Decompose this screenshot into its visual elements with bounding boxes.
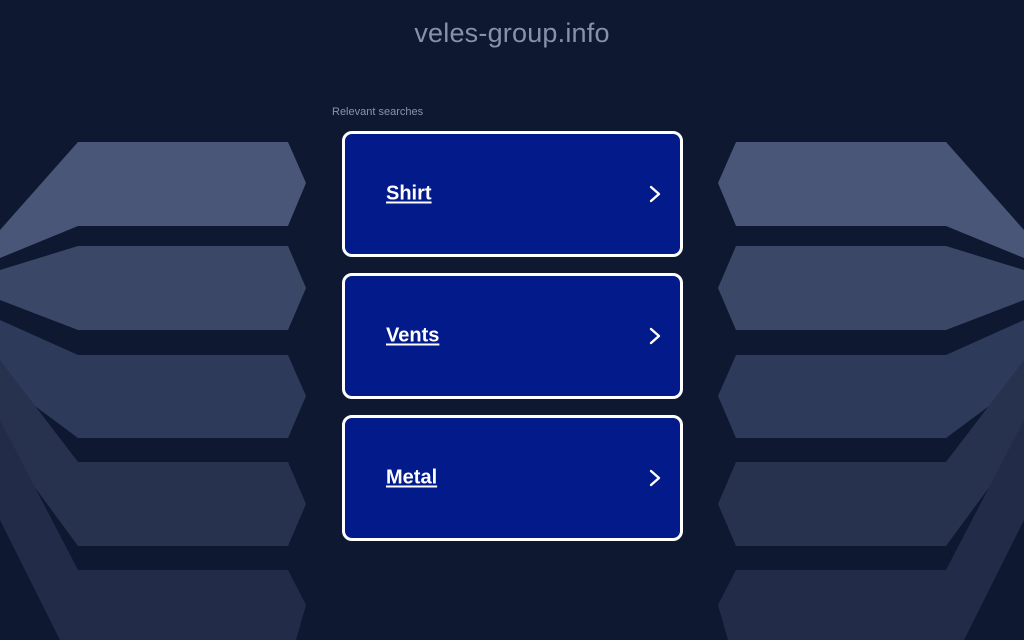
result-card-metal[interactable]: Metal [342,415,683,541]
chevron-right-icon [649,327,661,345]
right-decoration-bands [718,142,1024,640]
result-link-vents[interactable]: Vents [386,325,439,348]
left-decoration-bands [0,142,306,640]
domain-title: veles-group.info [414,18,610,48]
search-results-list: Shirt Vents Metal [342,131,683,557]
result-card-vents[interactable]: Vents [342,273,683,399]
result-link-metal[interactable]: Metal [386,467,437,490]
parked-domain-page: veles-group.info Relevant searches Shirt… [0,0,1024,640]
relevant-searches-label: Relevant searches [332,106,424,118]
result-link-shirt[interactable]: Shirt [386,183,432,206]
result-card-shirt[interactable]: Shirt [342,131,683,257]
chevron-right-icon [649,185,661,203]
chevron-right-icon [649,469,661,487]
